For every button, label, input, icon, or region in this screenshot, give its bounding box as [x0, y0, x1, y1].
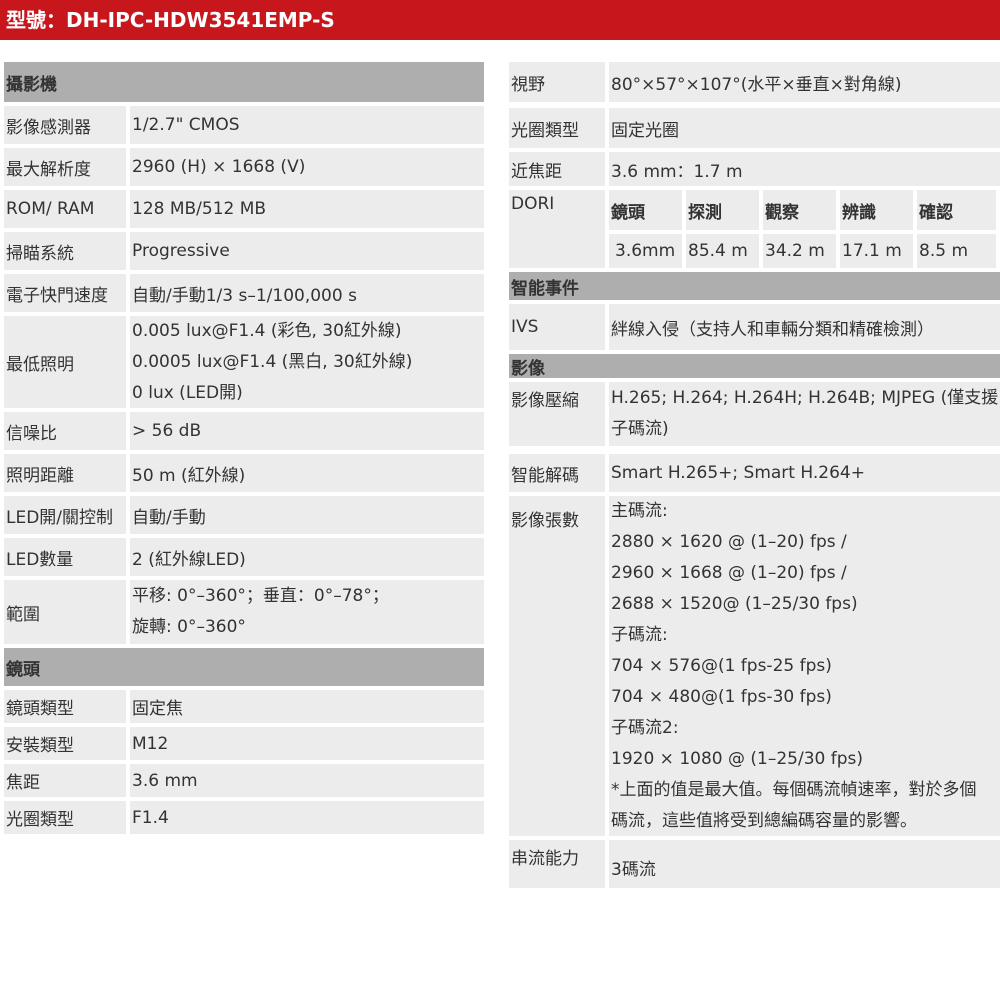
spec-label: 掃瞄系統 [4, 232, 126, 270]
spec-value: H.265; H.264; H.264H; H.264B; MJPEG (僅支援… [609, 382, 1000, 446]
spec-value: 平移: 0°–360°；垂直：0°–78°； 旋轉: 0°–360° [130, 580, 484, 644]
spec-row-aperture: 光圈類型 F1.4 [4, 801, 484, 834]
spec-label: 焦距 [4, 764, 126, 797]
spec-value: 2 (紅外線LED) [130, 538, 484, 576]
spec-value: Smart H.265+; Smart H.264+ [609, 454, 1000, 492]
spec-label: 光圈類型 [509, 108, 605, 148]
smart-event-section-header: 智能事件 [509, 272, 1000, 300]
spec-row-close-focus: 近焦距 3.6 mm：1.7 m [509, 152, 1000, 186]
dori-header-cell: 觀察 [763, 190, 836, 230]
spec-value: 自動/手動 [130, 496, 484, 534]
spec-value: 3.6 mm [130, 764, 484, 797]
spec-row-fov: 視野 80°×57°×107°(水平×垂直×對角線) [509, 62, 1000, 102]
spec-value: 1/2.7" CMOS [130, 106, 484, 144]
spec-value: 固定光圈 [609, 108, 1000, 148]
dori-header-cell: 辨識 [840, 190, 913, 230]
spec-value: 0.005 lux@F1.4 (彩色, 30紅外線) 0.0005 lux@F1… [130, 316, 484, 408]
spec-row-frame-rate: 影像張數 主碼流: 2880 × 1620 @ (1–20) fps / 296… [509, 496, 1000, 836]
spec-row-max-resolution: 最大解析度 2960 (H) × 1668 (V) [4, 148, 484, 186]
dori-value-cell: 34.2 m [763, 234, 836, 268]
spec-value: > 56 dB [130, 412, 484, 450]
spec-value: 128 MB/512 MB [130, 190, 484, 228]
spec-row-led-control: LED開/關控制 自動/手動 [4, 496, 484, 534]
spec-value: Progressive [130, 232, 484, 270]
spec-row-ivs: IVS 絆線入侵（支持人和車輛分類和精確檢測） [509, 304, 1000, 350]
right-spec-column: 視野 80°×57°×107°(水平×垂直×對角線) 光圈類型 固定光圈 近焦距… [509, 62, 1000, 888]
spec-row-led-count: LED數量 2 (紅外線LED) [4, 538, 484, 576]
spec-row-compression: 影像壓縮 H.265; H.264; H.264H; H.264B; MJPEG… [509, 382, 1000, 446]
spec-value: 2960 (H) × 1668 (V) [130, 148, 484, 186]
spec-value: 主碼流: 2880 × 1620 @ (1–20) fps / 2960 × 1… [609, 496, 1000, 836]
spec-value: 3碼流 [609, 840, 1000, 888]
video-section-header: 影像 [509, 354, 1000, 379]
spec-row-mount-type: 安裝類型 M12 [4, 727, 484, 760]
spec-label: DORI [509, 190, 605, 268]
dori-value-cell: 8.5 m [917, 234, 996, 268]
spec-row-focal-length: 焦距 3.6 mm [4, 764, 484, 797]
spec-row-smart-codec: 智能解碼 Smart H.265+; Smart H.264+ [509, 454, 1000, 492]
dori-value-row: 3.6mm 85.4 m 34.2 m 17.1 m 8.5 m [609, 230, 996, 268]
spec-label: 影像張數 [509, 496, 605, 836]
dori-header-cell: 探測 [686, 190, 759, 230]
spec-row-scan-system: 掃瞄系統 Progressive [4, 232, 484, 270]
model-title-banner: 型號：DH-IPC-HDW3541EMP-S [0, 0, 1000, 40]
spec-row-dori: DORI 鏡頭 探測 觀察 辨識 確認 3.6mm 85.4 m 34.2 m … [509, 190, 1000, 268]
spec-label: ROM/ RAM [4, 190, 126, 228]
spec-row-illumination-distance: 照明距離 50 m (紅外線) [4, 454, 484, 492]
spec-label: 電子快門速度 [4, 274, 126, 312]
spec-row-sensor: 影像感測器 1/2.7" CMOS [4, 106, 484, 144]
spec-row-snr: 信噪比 > 56 dB [4, 412, 484, 450]
spec-row-iris-type: 光圈類型 固定光圈 [509, 108, 1000, 148]
spec-label: 範圍 [4, 580, 126, 644]
spec-value: M12 [130, 727, 484, 760]
spec-label: 串流能力 [509, 840, 605, 888]
spec-row-min-illumination: 最低照明 0.005 lux@F1.4 (彩色, 30紅外線) 0.0005 l… [4, 316, 484, 408]
spec-label: 安裝類型 [4, 727, 126, 760]
dori-header-row: 鏡頭 探測 觀察 辨識 確認 [609, 190, 996, 230]
spec-value: F1.4 [130, 801, 484, 834]
spec-row-shutter-speed: 電子快門速度 自動/手動1/3 s–1/100,000 s [4, 274, 484, 312]
model-title: 型號：DH-IPC-HDW3541EMP-S [6, 8, 335, 32]
spec-value: 3.6 mm：1.7 m [609, 152, 1000, 186]
dori-header-cell: 鏡頭 [609, 190, 682, 230]
spec-label: 最大解析度 [4, 148, 126, 186]
spec-row-lens-type: 鏡頭類型 固定焦 [4, 690, 484, 723]
spec-row-stream-capability: 串流能力 3碼流 [509, 840, 1000, 888]
spec-value: 自動/手動1/3 s–1/100,000 s [130, 274, 484, 312]
spec-label: IVS [509, 304, 605, 350]
spec-value: 固定焦 [130, 690, 484, 723]
dori-value-cell: 85.4 m [686, 234, 759, 268]
spec-row-rom-ram: ROM/ RAM 128 MB/512 MB [4, 190, 484, 228]
spec-label: 智能解碼 [509, 454, 605, 492]
spec-value: 絆線入侵（支持人和車輛分類和精確檢測） [609, 304, 1000, 350]
spec-label: LED開/關控制 [4, 496, 126, 534]
spec-value: 50 m (紅外線) [130, 454, 484, 492]
spec-label: 視野 [509, 62, 605, 102]
spec-label: 光圈類型 [4, 801, 126, 834]
dori-value-cell: 3.6mm [609, 234, 682, 268]
camera-section-header: 攝影機 [4, 62, 484, 102]
spec-label: LED數量 [4, 538, 126, 576]
lens-section-header: 鏡頭 [4, 648, 484, 686]
spec-label: 影像感測器 [4, 106, 126, 144]
spec-label: 影像壓縮 [509, 382, 605, 446]
spec-label: 信噪比 [4, 412, 126, 450]
spec-value: 80°×57°×107°(水平×垂直×對角線) [609, 62, 1000, 102]
dori-header-cell: 確認 [917, 190, 996, 230]
dori-value-cell: 17.1 m [840, 234, 913, 268]
spec-label: 最低照明 [4, 316, 126, 408]
spec-label: 近焦距 [509, 152, 605, 186]
spec-row-range: 範圍 平移: 0°–360°；垂直：0°–78°； 旋轉: 0°–360° [4, 580, 484, 644]
spec-label: 鏡頭類型 [4, 690, 126, 723]
spec-label: 照明距離 [4, 454, 126, 492]
dori-table: 鏡頭 探測 觀察 辨識 確認 3.6mm 85.4 m 34.2 m 17.1 … [609, 190, 996, 268]
left-spec-column: 攝影機 影像感測器 1/2.7" CMOS 最大解析度 2960 (H) × 1… [4, 62, 484, 834]
